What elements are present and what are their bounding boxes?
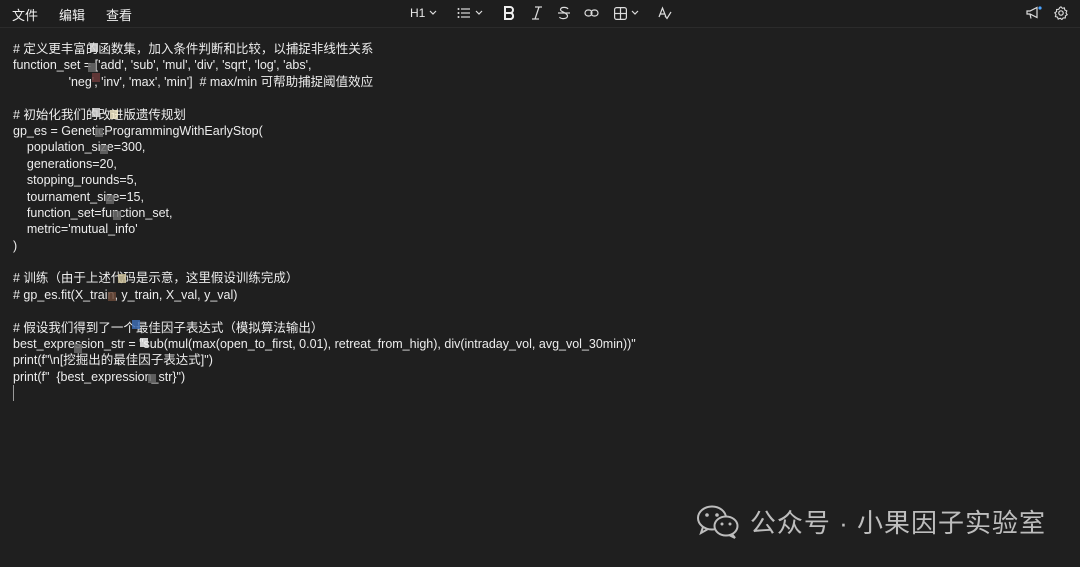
code-line: print(f"\n[挖掘出的最佳因子表达式]") bbox=[13, 353, 213, 368]
code-line: 'neg', 'inv', 'max', 'min'] # max/min 可帮… bbox=[13, 74, 374, 89]
code-line: ) bbox=[13, 238, 18, 253]
menu-file[interactable]: 文件 bbox=[12, 5, 38, 24]
censor-mark bbox=[140, 338, 148, 347]
watermark-text: 公众号 · 小果因子实验室 bbox=[749, 508, 1046, 538]
censor-mark bbox=[132, 320, 140, 329]
censor-mark bbox=[113, 211, 121, 220]
censor-mark bbox=[118, 274, 126, 283]
code-line: # 假设我们得到了一个最佳因子表达式（模拟算法输出） bbox=[13, 320, 324, 335]
code-line: print(f" {best_expression_str}") bbox=[13, 369, 186, 384]
link-button[interactable] bbox=[584, 3, 599, 23]
code-line: # 定义更丰富的函数集，加入条件判断和比较，以捕捉非线性关系 bbox=[13, 42, 374, 56]
editor-area[interactable]: # 定义更丰富的函数集，加入条件判断和比较，以捕捉非线性关系 function_… bbox=[0, 28, 1080, 567]
censor-mark bbox=[95, 128, 103, 137]
code-line: generations=20, bbox=[13, 156, 117, 171]
chevron-down-icon bbox=[475, 10, 483, 15]
bold-icon bbox=[504, 6, 515, 20]
censor-mark bbox=[106, 195, 114, 204]
censor-mark bbox=[148, 374, 156, 383]
chevron-down-icon bbox=[429, 10, 437, 15]
heading-dropdown[interactable]: H1 bbox=[410, 3, 437, 23]
list-dropdown[interactable] bbox=[457, 3, 483, 23]
code-line: # 训练（由于上述代码是示意，这里假设训练完成） bbox=[13, 271, 299, 286]
table-icon bbox=[614, 6, 627, 20]
censor-mark bbox=[92, 108, 100, 117]
menu-view[interactable]: 查看 bbox=[106, 5, 132, 24]
link-icon bbox=[584, 9, 599, 17]
table-dropdown[interactable] bbox=[614, 3, 639, 23]
watermark: 公众号 · 小果因子实验室 bbox=[696, 503, 1046, 540]
italic-icon bbox=[532, 6, 542, 20]
chevron-down-icon bbox=[631, 10, 639, 15]
announcement-button[interactable] bbox=[1026, 3, 1042, 23]
announcement-icon bbox=[1026, 6, 1042, 19]
code-line: # gp_es.fit(X_train, y_train, X_val, y_v… bbox=[13, 287, 238, 302]
censor-mark bbox=[110, 110, 118, 119]
censor-mark bbox=[74, 344, 82, 353]
text-caret bbox=[13, 385, 14, 401]
bold-button[interactable] bbox=[503, 3, 515, 23]
censor-mark bbox=[100, 145, 108, 154]
italic-button[interactable] bbox=[531, 3, 543, 23]
spellcheck-button[interactable] bbox=[658, 3, 672, 23]
heading-label: H1 bbox=[410, 6, 426, 20]
code-line: function_set=function_set, bbox=[13, 205, 173, 220]
settings-button[interactable] bbox=[1054, 3, 1068, 23]
code-line: # 初始化我们的改进版遗传规划 bbox=[13, 107, 186, 122]
editor-app: 文件 编辑 查看 H1 # 定义更丰富的函数集，加入条件判断和比较，以捕捉非线性… bbox=[0, 0, 1080, 567]
code-line: function_set = ['add', 'sub', 'mul', 'di… bbox=[13, 58, 312, 73]
code-block: # 定义更丰富的函数集，加入条件判断和比较，以捕捉非线性关系 function_… bbox=[13, 41, 636, 385]
code-line: best_expression_str = "sub(mul(max(open_… bbox=[13, 337, 636, 352]
spellcheck-icon bbox=[658, 6, 672, 20]
strikethrough-button[interactable] bbox=[558, 3, 570, 23]
settings-icon bbox=[1054, 6, 1068, 20]
censor-mark bbox=[108, 292, 116, 301]
menu-edit[interactable]: 编辑 bbox=[59, 5, 85, 24]
strikethrough-icon bbox=[558, 6, 570, 20]
list-icon bbox=[457, 8, 470, 18]
code-line: gp_es = GeneticProgrammingWithEarlyStop( bbox=[13, 123, 263, 138]
wechat-icon bbox=[696, 505, 739, 539]
toolbar: 文件 编辑 查看 H1 bbox=[0, 0, 1080, 28]
censor-mark bbox=[90, 43, 98, 52]
censor-mark bbox=[88, 63, 96, 72]
code-line: metric='mutual_info' bbox=[13, 222, 138, 237]
code-line: stopping_rounds=5, bbox=[13, 173, 138, 188]
censor-mark bbox=[92, 73, 100, 82]
